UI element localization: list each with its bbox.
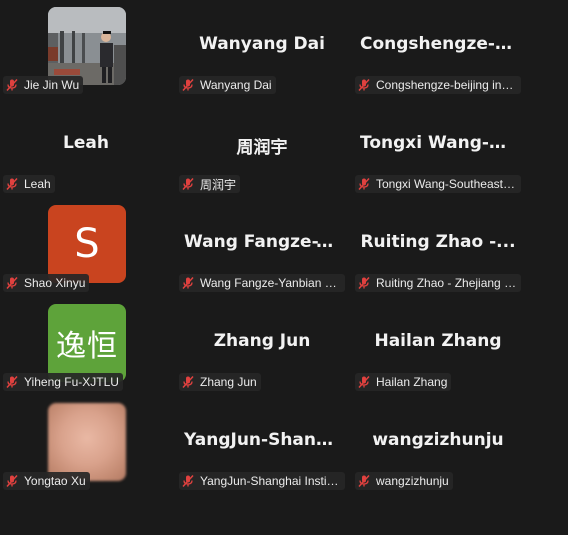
- muted-microphone-icon: [182, 78, 194, 92]
- muted-microphone-icon: [6, 375, 18, 389]
- participant-tile-yiheng-fu[interactable]: 逸恒 Yiheng Fu-XJTLU: [0, 297, 172, 393]
- participant-label: Ruiting Zhao - Zhejiang U...: [355, 274, 521, 292]
- participant-label: Leah: [3, 175, 55, 193]
- muted-microphone-icon: [182, 276, 194, 290]
- participant-tile-zhang-jun[interactable]: Zhang Jun Zhang Jun: [176, 297, 348, 393]
- participant-label: Wanyang Dai: [179, 76, 276, 94]
- participant-label: Zhang Jun: [179, 373, 261, 391]
- participant-tile-jie-jin-wu[interactable]: Jie Jin Wu: [0, 0, 172, 96]
- participant-label: Wang Fangze-Yanbian Un...: [179, 274, 345, 292]
- participant-display-name: Tongxi Wang-S...: [360, 133, 521, 153]
- avatar-photo: [48, 7, 126, 85]
- participant-tile-shao-xinyu[interactable]: S Shao Xinyu: [0, 198, 172, 294]
- participant-display-name: YangJun-Shang...: [184, 430, 348, 450]
- participant-label: 周润宇: [179, 175, 241, 193]
- participant-tile-wangzizhunju[interactable]: wangzizhunju wangzizhunju: [352, 396, 524, 492]
- participant-name: Zhang Jun: [200, 375, 257, 389]
- participant-tile-wanyang-dai[interactable]: Wanyang Dai Wanyang Dai: [176, 0, 348, 96]
- participant-display-name: Congshengze-b...: [360, 34, 524, 54]
- muted-microphone-icon: [6, 177, 18, 191]
- muted-microphone-icon: [182, 375, 194, 389]
- participant-display-name: wangzizhunju: [372, 430, 504, 450]
- participant-tile-hailan-zhang[interactable]: Hailan Zhang Hailan Zhang: [352, 297, 524, 393]
- participant-name: Shao Xinyu: [24, 276, 86, 290]
- participant-label: Jie Jin Wu: [3, 76, 84, 94]
- muted-microphone-icon: [6, 276, 18, 290]
- participant-grid: Jie Jin Wu Wanyang Dai Wanyang Dai Congs…: [0, 0, 568, 535]
- muted-microphone-icon: [6, 474, 18, 488]
- participant-label: wangzizhunju: [355, 472, 453, 490]
- participant-label: Yiheng Fu-XJTLU: [3, 373, 123, 391]
- participant-name: Wanyang Dai: [200, 78, 272, 92]
- participant-tile-zhou-runyu[interactable]: 周润宇 周润宇: [176, 99, 348, 195]
- participant-label: YangJun-Shanghai Institu...: [179, 472, 345, 490]
- muted-microphone-icon: [358, 276, 370, 290]
- participant-name: Jie Jin Wu: [24, 78, 80, 92]
- muted-microphone-icon: [182, 474, 194, 488]
- muted-microphone-icon: [358, 177, 370, 191]
- participant-tile-tongxi-wang[interactable]: Tongxi Wang-S... Tongxi Wang-Southeast U…: [352, 99, 524, 195]
- participant-tile-yongtao-xu[interactable]: Yongtao Xu: [0, 396, 172, 492]
- avatar-initial: S: [48, 205, 126, 283]
- participant-name: Leah: [24, 177, 51, 191]
- participant-display-name: Leah: [63, 133, 109, 153]
- participant-display-name: Zhang Jun: [213, 331, 311, 351]
- muted-microphone-icon: [358, 78, 370, 92]
- participant-display-name: Wanyang Dai: [199, 34, 325, 54]
- participant-name: Congshengze-beijing inst...: [376, 78, 517, 92]
- participant-name: Yongtao Xu: [24, 474, 86, 488]
- participant-name: 周润宇: [200, 177, 237, 192]
- participant-display-name: 周润宇: [236, 138, 288, 158]
- participant-tile-wang-fangze[interactable]: Wang Fangze-Y... Wang Fangze-Yanbian Un.…: [176, 198, 348, 294]
- participant-tile-leah[interactable]: Leah Leah: [0, 99, 172, 195]
- participant-label: Shao Xinyu: [3, 274, 90, 292]
- avatar-photo: [48, 403, 126, 481]
- participant-name: wangzizhunju: [376, 474, 449, 488]
- participant-label: Hailan Zhang: [355, 373, 452, 391]
- participant-label: Yongtao Xu: [3, 472, 90, 490]
- participant-label: Congshengze-beijing inst...: [355, 76, 521, 94]
- participant-name: Ruiting Zhao - Zhejiang U...: [376, 276, 517, 290]
- muted-microphone-icon: [358, 474, 370, 488]
- participant-tile-ruiting-zhao[interactable]: Ruiting Zhao -... Ruiting Zhao - Zhejian…: [352, 198, 524, 294]
- participant-name: Wang Fangze-Yanbian Un...: [200, 276, 341, 290]
- participant-display-name: Hailan Zhang: [374, 331, 502, 351]
- participant-name: Yiheng Fu-XJTLU: [24, 375, 119, 389]
- avatar-initial: 逸恒: [48, 304, 126, 382]
- participant-name: Tongxi Wang-Southeast U...: [376, 177, 517, 191]
- muted-microphone-icon: [358, 375, 370, 389]
- participant-display-name: Wang Fangze-Y...: [184, 232, 346, 252]
- muted-microphone-icon: [182, 177, 194, 191]
- muted-microphone-icon: [6, 78, 18, 92]
- participant-name: YangJun-Shanghai Institu...: [200, 474, 341, 488]
- participant-name: Hailan Zhang: [376, 375, 448, 389]
- participant-label: Tongxi Wang-Southeast U...: [355, 175, 521, 193]
- participant-display-name: Ruiting Zhao -...: [360, 232, 516, 252]
- participant-tile-congshengze[interactable]: Congshengze-b... Congshengze-beijing ins…: [352, 0, 524, 96]
- participant-tile-yangjun[interactable]: YangJun-Shang... YangJun-Shanghai Instit…: [176, 396, 348, 492]
